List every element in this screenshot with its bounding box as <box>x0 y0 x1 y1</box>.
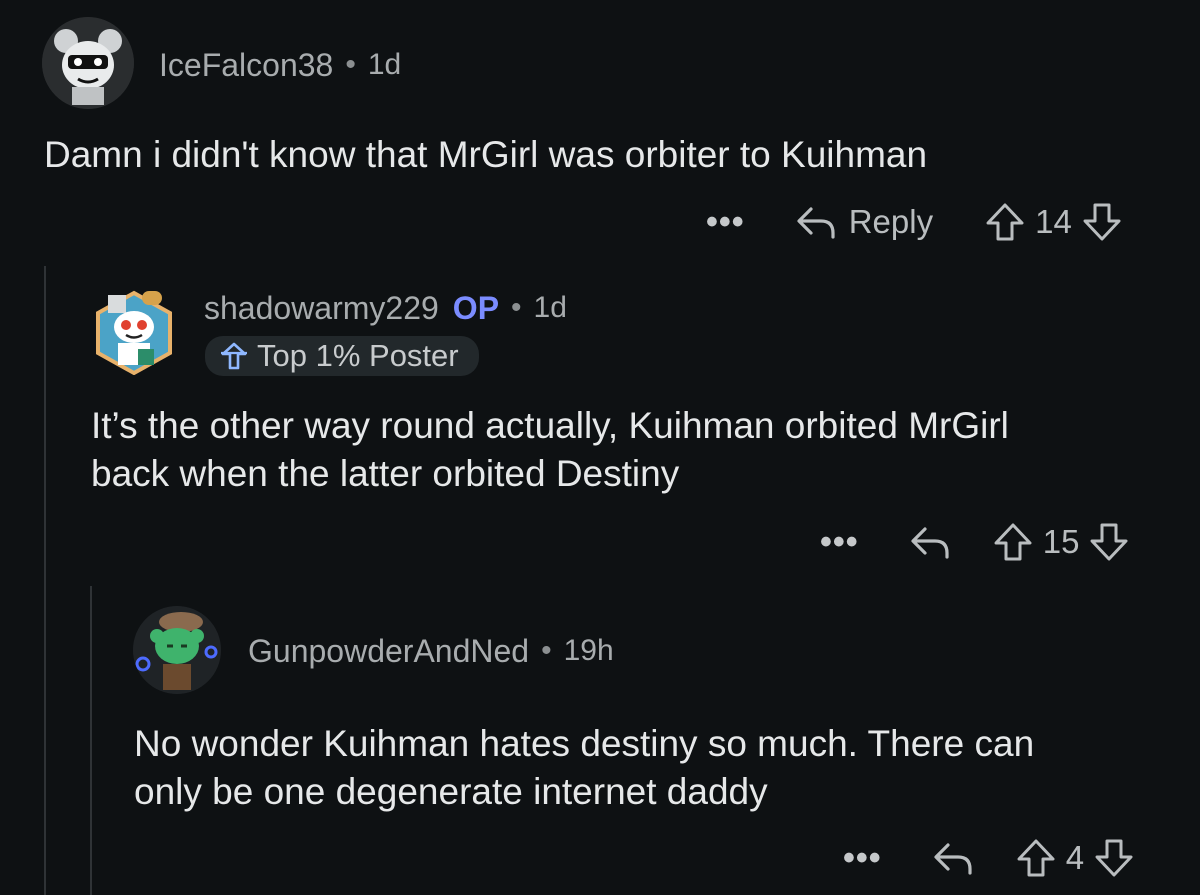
reply-arrow-icon <box>932 840 976 876</box>
timestamp: 1d <box>533 291 567 324</box>
username[interactable]: IceFalcon38 <box>159 47 333 84</box>
vote-count: 15 <box>1042 523 1080 560</box>
vote-count: 14 <box>1035 203 1072 240</box>
thread-line-level1[interactable] <box>44 266 46 895</box>
vote-controls: 15 <box>993 522 1130 562</box>
reply-arrow-icon <box>795 204 839 240</box>
comment-body-line: only be one degenerate internet daddy <box>134 771 768 812</box>
vote-controls: 4 <box>1016 838 1134 878</box>
comment-body: It’s the other way round actually, Kuihm… <box>91 402 1009 498</box>
downvote-arrow-icon[interactable] <box>1082 202 1122 242</box>
reply-button[interactable] <box>909 524 953 560</box>
avatar[interactable] <box>92 287 176 375</box>
timestamp: 19h <box>563 634 614 667</box>
reply-label: Reply <box>848 203 934 240</box>
comment-actions: ••• Reply 14 <box>706 200 1122 244</box>
top-poster-badge-icon <box>219 341 249 371</box>
vote-count: 4 <box>1065 839 1085 876</box>
thread-line-level2[interactable] <box>90 586 92 895</box>
user-flair: Top 1% Poster <box>205 336 479 376</box>
downvote-arrow-icon[interactable] <box>1094 838 1134 878</box>
avatar[interactable] <box>42 17 134 109</box>
op-badge: OP <box>452 289 500 326</box>
vote-controls: 14 <box>985 202 1122 242</box>
meta-separator: • <box>541 634 552 667</box>
comment-meta: GunpowderAndNed • 19h <box>248 630 614 672</box>
flair-label: Top 1% Poster <box>257 338 459 373</box>
more-options-button[interactable]: ••• <box>706 205 745 239</box>
more-options-button[interactable]: ••• <box>843 841 882 875</box>
upvote-arrow-icon[interactable] <box>985 202 1025 242</box>
meta-separator: • <box>511 291 522 324</box>
reply-button[interactable] <box>932 840 976 876</box>
comment-actions: ••• 4 <box>843 836 1134 880</box>
timestamp: 1d <box>367 48 402 81</box>
comment-body-line: back when the latter orbited Destiny <box>91 453 680 494</box>
more-options-button[interactable]: ••• <box>820 525 859 559</box>
comment-meta: shadowarmy229 OP • 1d <box>204 287 567 329</box>
upvote-arrow-icon[interactable] <box>1016 838 1056 878</box>
avatar[interactable] <box>133 606 221 694</box>
comment-body-line: No wonder Kuihman hates destiny so much.… <box>134 723 1035 764</box>
reply-button[interactable]: Reply <box>795 203 933 241</box>
downvote-arrow-icon[interactable] <box>1089 522 1129 562</box>
comment-body-line: It’s the other way round actually, Kuihm… <box>91 405 1009 446</box>
comment-meta: IceFalcon38 • 1d <box>159 44 401 86</box>
meta-separator: • <box>345 48 356 81</box>
upvote-arrow-icon[interactable] <box>993 522 1033 562</box>
comment-actions: ••• 15 <box>820 520 1129 564</box>
username[interactable]: GunpowderAndNed <box>248 633 529 670</box>
username[interactable]: shadowarmy229 <box>204 290 439 327</box>
comment-body: No wonder Kuihman hates destiny so much.… <box>134 720 1034 816</box>
reply-arrow-icon <box>909 524 953 560</box>
comment-body: Damn i didn't know that MrGirl was orbit… <box>44 134 928 175</box>
